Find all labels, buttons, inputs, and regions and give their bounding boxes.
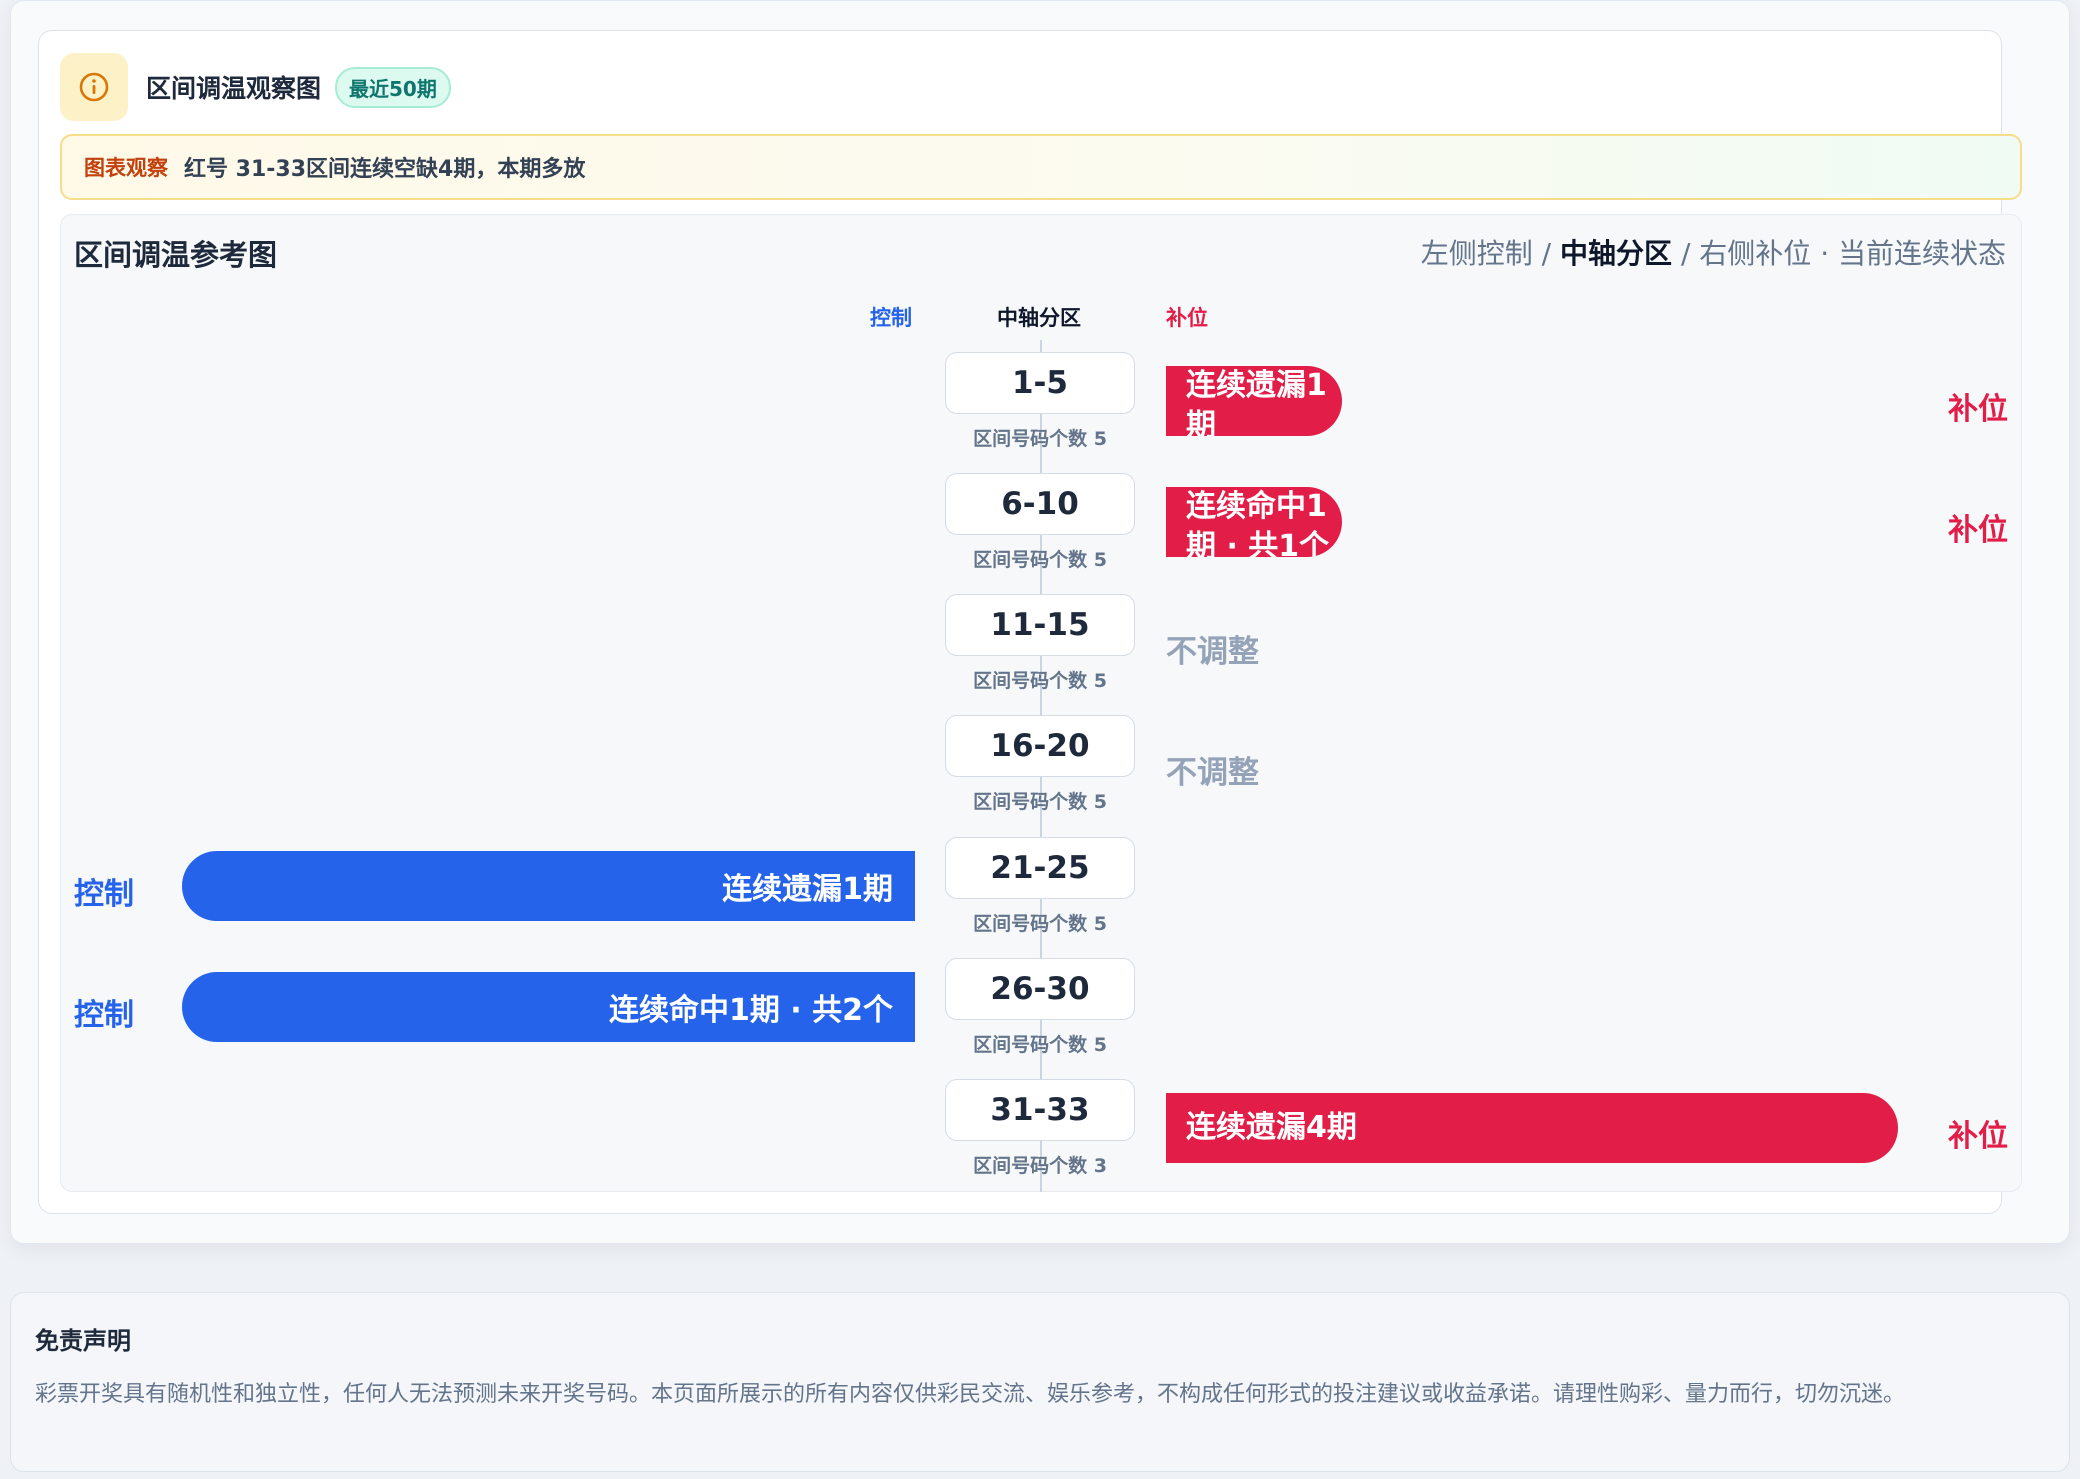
interval-row: 31-33 区间号码个数 3 连续遗漏4期 补位 — [0, 1079, 2080, 1189]
interval-count: 区间号码个数 5 — [973, 791, 1107, 813]
observation-banner: 图表观察 红号 31-33区间连续空缺4期，本期多放 — [60, 134, 2022, 200]
control-bar: 连续遗漏1期 — [182, 851, 915, 921]
legend-left: 左侧控制 / — [1420, 237, 1552, 270]
no-adjust-status: 不调整 — [1166, 634, 1259, 670]
column-head-control: 控制 — [870, 306, 912, 330]
supplement-bar: 连续遗漏4期 — [1166, 1093, 1898, 1163]
side-label-control: 控制 — [74, 998, 134, 1033]
side-label-control: 控制 — [74, 877, 134, 912]
panel-header: 区间调温观察图 最近50期 — [60, 52, 451, 122]
interval-count: 区间号码个数 5 — [973, 913, 1107, 935]
interval-range-pill: 26-30 — [945, 958, 1135, 1020]
interval-row: 控制 连续遗漏1期 21-25 区间号码个数 5 — [0, 837, 2080, 947]
chart-title: 区间调温参考图 — [74, 238, 278, 272]
side-label-supplement: 补位 — [1948, 1119, 2008, 1154]
interval-range-pill: 1-5 — [945, 352, 1135, 414]
chart-legend: 左侧控制 / 中轴分区 / 右侧补位 · 当前连续状态 — [1421, 232, 2006, 272]
interval-count: 区间号码个数 5 — [973, 1034, 1107, 1056]
interval-count: 区间号码个数 5 — [973, 549, 1107, 571]
interval-range-pill: 16-20 — [945, 715, 1135, 777]
disclaimer-title: 免责声明 — [35, 1327, 131, 1355]
interval-count: 区间号码个数 5 — [973, 670, 1107, 692]
interval-count: 区间号码个数 5 — [973, 428, 1107, 450]
side-label-supplement: 补位 — [1948, 513, 2008, 548]
column-head-supplement: 补位 — [1166, 306, 1208, 330]
interval-range-pill: 21-25 — [945, 837, 1135, 899]
observation-text: 红号 31-33区间连续空缺4期，本期多放 — [184, 157, 586, 182]
no-adjust-status: 不调整 — [1166, 755, 1259, 791]
interval-range-pill: 6-10 — [945, 473, 1135, 535]
interval-count: 区间号码个数 3 — [973, 1155, 1107, 1177]
interval-row: 控制 连续命中1期 · 共2个 26-30 区间号码个数 5 — [0, 958, 2080, 1068]
page-title: 区间调温观察图 — [146, 74, 322, 103]
supplement-bar: 连续命中1期 · 共1个 — [1166, 487, 1342, 557]
disclaimer-text: 彩票开奖具有随机性和独立性，任何人无法预测未来开奖号码。本页面所展示的所有内容仅… — [35, 1382, 1906, 1407]
interval-row: 16-20 区间号码个数 5 不调整 — [0, 715, 2080, 825]
interval-row: 11-15 区间号码个数 5 不调整 — [0, 594, 2080, 704]
info-icon — [60, 53, 128, 121]
interval-row: 6-10 区间号码个数 5 连续命中1期 · 共1个 补位 — [0, 473, 2080, 583]
observation-label: 图表观察 — [84, 156, 168, 180]
legend-right: / 右侧补位 · 当前连续状态 — [1680, 237, 2006, 270]
period-badge: 最近50期 — [335, 66, 451, 108]
supplement-bar: 连续遗漏1期 — [1166, 366, 1342, 436]
interval-range-pill: 31-33 — [945, 1079, 1135, 1141]
interval-range-pill: 11-15 — [945, 594, 1135, 656]
interval-row: 1-5 区间号码个数 5 连续遗漏1期 补位 — [0, 352, 2080, 462]
disclaimer-card: 免责声明 彩票开奖具有随机性和独立性，任何人无法预测未来开奖号码。本页面所展示的… — [10, 1292, 2070, 1472]
legend-center: 中轴分区 — [1560, 237, 1673, 270]
column-head-axis: 中轴分区 — [997, 306, 1081, 330]
side-label-supplement: 补位 — [1948, 392, 2008, 427]
control-bar: 连续命中1期 · 共2个 — [182, 972, 915, 1042]
